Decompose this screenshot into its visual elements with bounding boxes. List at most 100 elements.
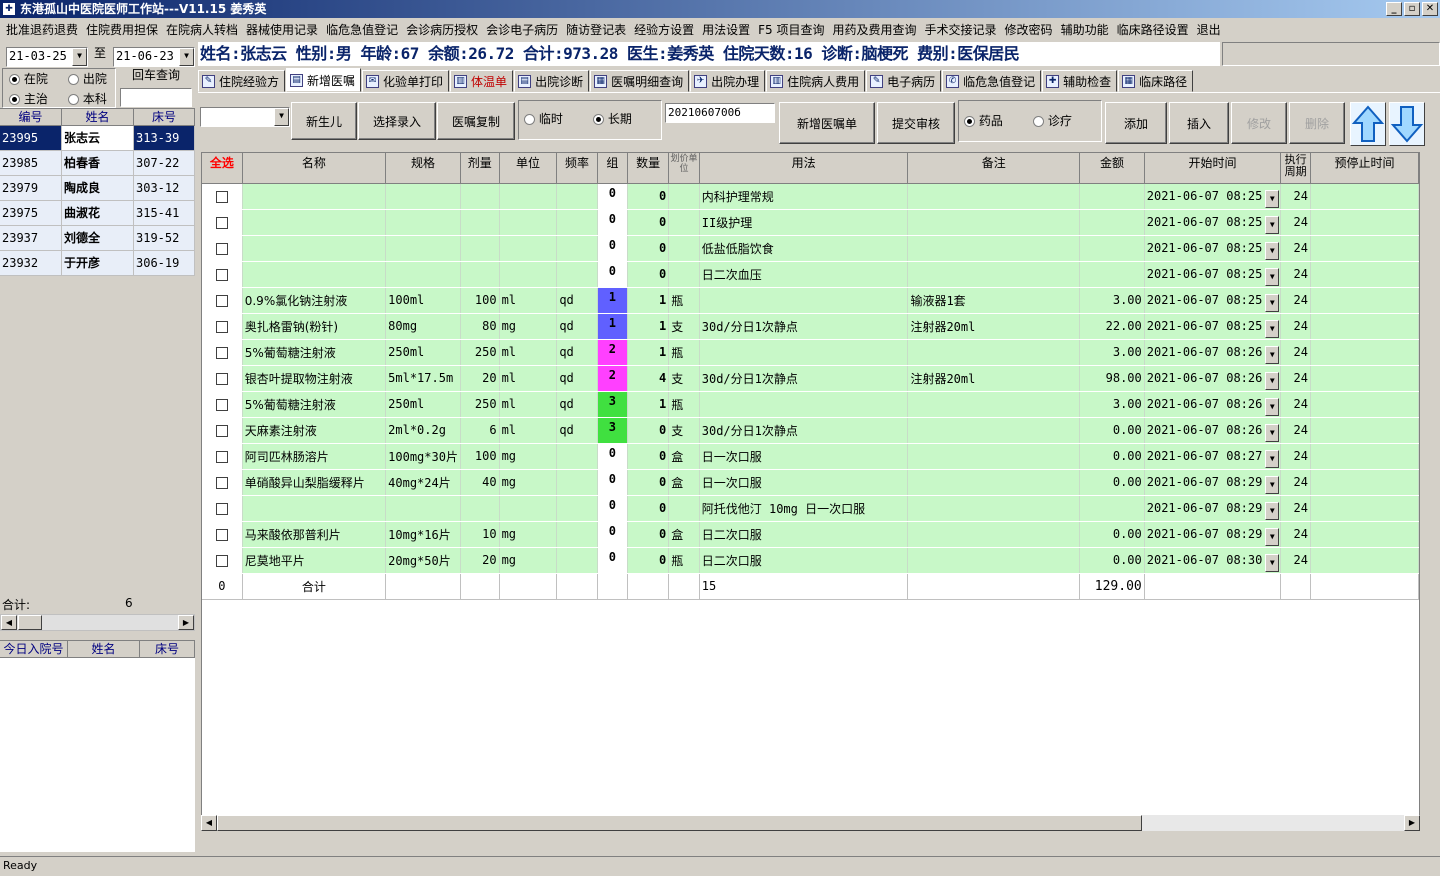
- order-select-cell[interactable]: [202, 443, 243, 470]
- new-order-sheet-button[interactable]: 新增医嘱单: [779, 102, 875, 144]
- tab-4[interactable]: ▤ 出院诊断: [514, 70, 590, 92]
- order-row[interactable]: 0 0 II级护理 2021-06-07 08:25 ▼ 24: [202, 209, 1419, 236]
- order-row[interactable]: 单硝酸异山梨脂缓释片 40mg*24片 40 mg 0 0 盒日一次口服 0.00 2021-0…: [202, 469, 1419, 496]
- menu-item[interactable]: 手术交接记录: [921, 21, 1001, 38]
- menu-item[interactable]: 用法设置: [698, 21, 754, 38]
- order-select-cell[interactable]: [202, 495, 243, 522]
- header-qty[interactable]: 数量: [627, 153, 670, 184]
- order-select-cell[interactable]: [202, 547, 243, 574]
- checkbox[interactable]: [215, 528, 228, 541]
- order-start[interactable]: 2021-06-07 08:25 ▼: [1144, 183, 1282, 210]
- radio-discharged[interactable]: 出院: [68, 70, 107, 87]
- chevron-down-icon[interactable]: ▼: [1265, 189, 1280, 208]
- chevron-down-icon[interactable]: ▼: [1265, 397, 1280, 416]
- checkbox[interactable]: [215, 554, 228, 567]
- submit-review-button[interactable]: 提交审核: [877, 102, 955, 144]
- header-unit[interactable]: 单位: [499, 153, 558, 184]
- checkbox[interactable]: [215, 372, 228, 385]
- order-start[interactable]: 2021-06-07 08:29 ▼: [1144, 495, 1282, 522]
- order-number-input[interactable]: 2021060700б: [665, 103, 775, 123]
- order-select-cell[interactable]: [202, 261, 243, 288]
- minimize-button[interactable]: _: [1386, 2, 1402, 16]
- order-select-cell[interactable]: [202, 235, 243, 262]
- insert-button[interactable]: 插入: [1169, 102, 1229, 144]
- header-period[interactable]: 执行周期: [1280, 153, 1311, 184]
- header-stop-time[interactable]: 预停止时间: [1310, 153, 1419, 184]
- checkbox[interactable]: [215, 346, 228, 359]
- scroll-left-icon[interactable]: ◀: [201, 815, 217, 831]
- checkbox[interactable]: [215, 216, 228, 229]
- menu-item[interactable]: 会诊电子病历: [482, 21, 562, 38]
- chevron-down-icon[interactable]: ▼: [1265, 267, 1280, 286]
- header-freq[interactable]: 频率: [556, 153, 598, 184]
- header-admit-no[interactable]: 今日入院号: [0, 641, 68, 658]
- order-start[interactable]: 2021-06-07 08:26 ▼: [1144, 339, 1282, 366]
- menu-item[interactable]: 批准退药退费: [2, 21, 82, 38]
- order-select-cell[interactable]: [202, 313, 243, 340]
- delete-button[interactable]: 删除: [1289, 102, 1345, 144]
- menu-item[interactable]: 辅助功能: [1057, 21, 1113, 38]
- tab-10[interactable]: ✚ 辅助检查: [1042, 70, 1118, 92]
- header-group[interactable]: 组: [597, 153, 629, 184]
- order-select-cell[interactable]: [202, 183, 243, 210]
- tab-8[interactable]: ✎ 电子病历: [866, 70, 942, 92]
- add-button[interactable]: 添加: [1105, 102, 1167, 144]
- radio-attending[interactable]: 主治: [9, 90, 48, 107]
- chevron-down-icon[interactable]: ▼: [274, 108, 289, 126]
- move-up-button[interactable]: [1350, 102, 1386, 146]
- checkbox[interactable]: [215, 398, 228, 411]
- patient-row[interactable]: 23932 于开彦 306-19: [0, 251, 195, 276]
- chevron-down-icon[interactable]: ▼: [72, 48, 87, 66]
- scroll-left-icon[interactable]: ◀: [1, 615, 17, 630]
- checkbox[interactable]: [215, 476, 228, 489]
- tab-7[interactable]: ▥ 住院病人费用: [766, 70, 866, 92]
- scroll-thumb[interactable]: [18, 615, 42, 630]
- patient-row[interactable]: 23937 刘德全 319-52: [0, 226, 195, 251]
- header-name[interactable]: 姓名: [62, 109, 134, 126]
- header-bed[interactable]: 床号: [134, 109, 195, 126]
- scroll-right-icon[interactable]: ▶: [1404, 815, 1420, 831]
- select-entry-button[interactable]: 选择录入: [358, 102, 436, 140]
- order-start[interactable]: 2021-06-07 08:25 ▼: [1144, 287, 1282, 314]
- tab-0[interactable]: ✎ 住院经验方: [198, 70, 286, 92]
- chevron-down-icon[interactable]: ▼: [1265, 501, 1280, 520]
- date-to-select[interactable]: 21-06-23 ▼: [113, 47, 195, 67]
- order-select-cell[interactable]: [202, 339, 243, 366]
- order-start[interactable]: 2021-06-07 08:26 ▼: [1144, 365, 1282, 392]
- menu-item[interactable]: 器械使用记录: [242, 21, 322, 38]
- menu-item[interactable]: 在院病人转档: [162, 21, 242, 38]
- order-row[interactable]: 阿司匹林肠溶片 100mg*30片 100 mg 0 0 盒日一次口服 0.00 2021-06…: [202, 443, 1419, 470]
- checkbox[interactable]: [215, 320, 228, 333]
- order-row[interactable]: 0.9%氯化钠注射液 100ml 100 ml qd 1 1 瓶输液器1套 3.00 2021-0…: [202, 287, 1419, 314]
- order-start[interactable]: 2021-06-07 08:26 ▼: [1144, 417, 1282, 444]
- patient-row[interactable]: 23995 张志云 313-39: [0, 126, 195, 151]
- patient-list-scrollbar[interactable]: ◀ ▶: [0, 614, 195, 631]
- order-type-select[interactable]: ▼: [200, 107, 290, 127]
- chevron-down-icon[interactable]: ▼: [1265, 215, 1280, 234]
- checkbox[interactable]: [215, 268, 228, 281]
- patient-row[interactable]: 23979 陶成良 303-12: [0, 176, 195, 201]
- header-select-all[interactable]: 全选: [202, 153, 243, 184]
- order-row[interactable]: 0 0 阿托伐他汀 10mg 日一次口服 2021-06-07 08:29 ▼ 24: [202, 495, 1419, 522]
- menu-item[interactable]: 退出: [1193, 21, 1225, 38]
- tab-5[interactable]: ▦ 医嘱明细查询: [590, 70, 690, 92]
- tab-11[interactable]: ▦ 临床路径: [1118, 70, 1194, 92]
- order-select-cell[interactable]: [202, 417, 243, 444]
- checkbox[interactable]: [215, 294, 228, 307]
- menu-item[interactable]: 随访登记表: [562, 21, 630, 38]
- chevron-down-icon[interactable]: ▼: [1265, 293, 1280, 312]
- header-start-time[interactable]: 开始时间: [1144, 153, 1282, 184]
- tab-6[interactable]: ✈ 出院办理: [690, 70, 766, 92]
- menu-item[interactable]: 住院费用担保: [82, 21, 162, 38]
- order-row[interactable]: 马来酸依那普利片 10mg*16片 10 mg 0 0 盒日二次口服 0.00 2021-06-…: [202, 521, 1419, 548]
- patient-search-input[interactable]: [120, 88, 192, 107]
- order-select-cell[interactable]: [202, 469, 243, 496]
- chevron-down-icon[interactable]: ▼: [1265, 345, 1280, 364]
- order-start[interactable]: 2021-06-07 08:25 ▼: [1144, 261, 1282, 288]
- scroll-right-icon[interactable]: ▶: [178, 615, 194, 630]
- modify-button[interactable]: 修改: [1231, 102, 1287, 144]
- header-note[interactable]: 备注: [907, 153, 1081, 184]
- menu-item[interactable]: 临危急值登记: [322, 21, 402, 38]
- tab-1[interactable]: ▤ 新增医嘱: [286, 68, 362, 92]
- order-row[interactable]: 5%葡萄糖注射液 250ml 250 ml qd 3 1 瓶 3.00 2021-06-07 08…: [202, 391, 1419, 418]
